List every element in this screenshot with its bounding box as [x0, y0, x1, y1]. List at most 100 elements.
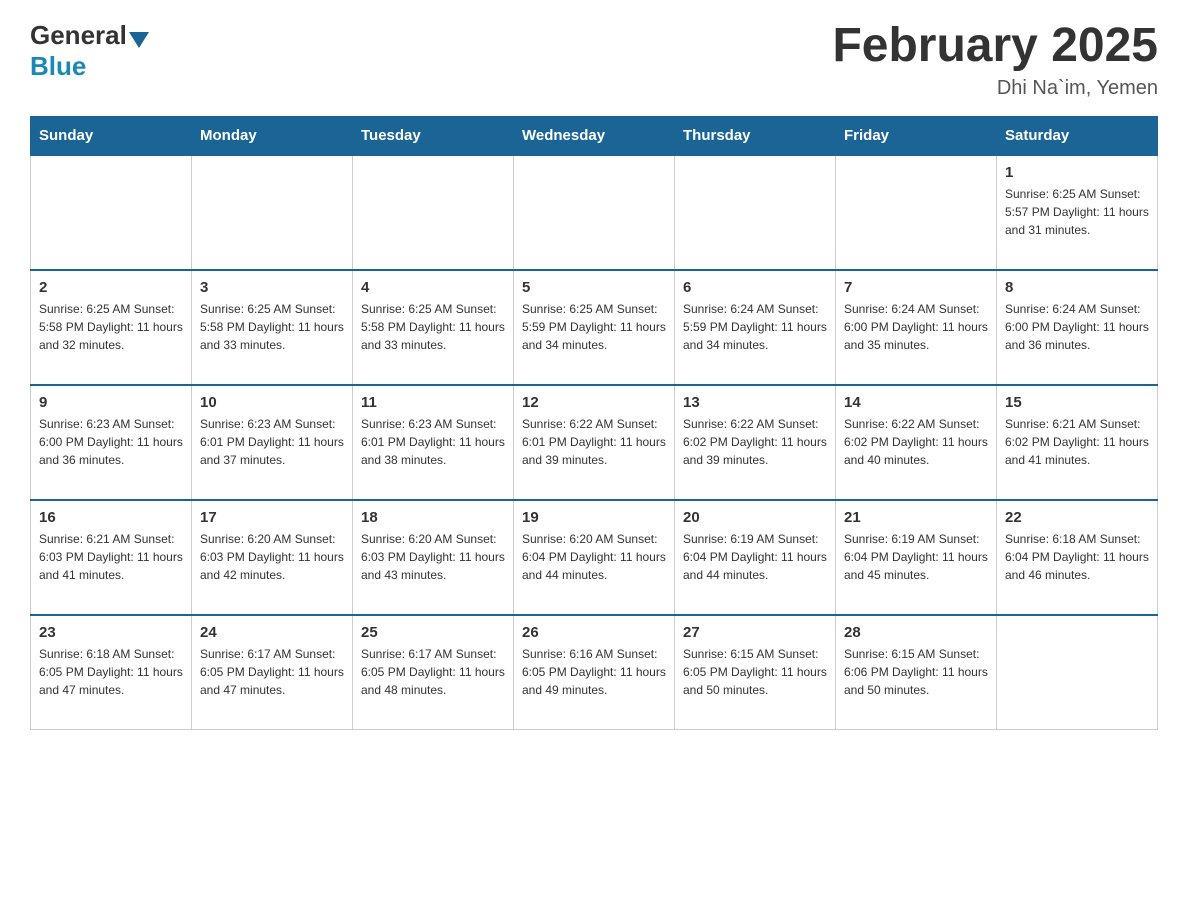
table-row [997, 615, 1158, 730]
day-info: Sunrise: 6:22 AM Sunset: 6:02 PM Dayligh… [844, 415, 988, 469]
table-row: 10Sunrise: 6:23 AM Sunset: 6:01 PM Dayli… [192, 385, 353, 500]
calendar-table: Sunday Monday Tuesday Wednesday Thursday… [30, 116, 1158, 731]
day-info: Sunrise: 6:25 AM Sunset: 5:59 PM Dayligh… [522, 300, 666, 354]
table-row: 11 Sunrise: 6:23 AM Sunset: 6:01 PM Dayli… [353, 385, 514, 500]
table-row: 25 Sunrise: 6:17 AM Sunset: 6:05 PM Dayli… [353, 615, 514, 730]
day-info: Sunrise: 6:24 AM Sunset: 5:59 PM Dayligh… [683, 300, 827, 354]
day-number: 5 [522, 279, 666, 296]
calendar-week-row: 2 Sunrise: 6:25 AM Sunset: 5:58 PM Daylig… [31, 270, 1158, 385]
title-area: February 2025 Dhi Na`im, Yemen [832, 20, 1158, 100]
table-row: 20 Sunrise: 6:19 AM Sunset: 6:04 PM Dayli… [675, 500, 836, 615]
table-row: 4 Sunrise: 6:25 AM Sunset: 5:58 PM Daylig… [353, 270, 514, 385]
month-title: February 2025 [832, 20, 1158, 73]
day-number: 13 [683, 394, 827, 411]
day-info: Sunrise: 6:24 AM Sunset: 6:00 PM Dayligh… [844, 300, 988, 354]
table-row [192, 155, 353, 270]
page-header: General Blue February 2025 Dhi Na`im, Ye… [30, 20, 1158, 100]
day-info: Sunrise: 6:24 AM Sunset: 6:00 PM Dayligh… [1005, 300, 1149, 354]
day-info: Sunrise: 6:16 AM Sunset: 6:05 PM Dayligh… [522, 645, 666, 699]
calendar-header-row: Sunday Monday Tuesday Wednesday Thursday… [31, 116, 1158, 155]
table-row: 27 Sunrise: 6:15 AM Sunset: 6:05 PM Dayli… [675, 615, 836, 730]
table-row: 28Sunrise: 6:15 AM Sunset: 6:06 PM Dayli… [836, 615, 997, 730]
day-info: Sunrise: 6:19 AM Sunset: 6:04 PM Dayligh… [683, 530, 827, 584]
day-info: Sunrise: 6:25 AM Sunset: 5:58 PM Dayligh… [361, 300, 505, 354]
table-row: 7 Sunrise: 6:24 AM Sunset: 6:00 PM Daylig… [836, 270, 997, 385]
col-sunday: Sunday [31, 116, 192, 155]
table-row: 1 Sunrise: 6:25 AM Sunset: 5:57 PM Daylig… [997, 155, 1158, 270]
col-thursday: Thursday [675, 116, 836, 155]
day-number: 14 [844, 394, 988, 411]
day-info: Sunrise: 6:23 AM Sunset: 6:01 PM Dayligh… [361, 415, 505, 469]
day-info: Sunrise: 6:20 AM Sunset: 6:03 PM Dayligh… [361, 530, 505, 584]
day-info: Sunrise: 6:17 AM Sunset: 6:05 PM Dayligh… [361, 645, 505, 699]
day-info: Sunrise: 6:18 AM Sunset: 6:05 PM Dayligh… [39, 645, 183, 699]
table-row: 17 Sunrise: 6:20 AM Sunset: 6:03 PM Dayli… [192, 500, 353, 615]
calendar-week-row: 9 Sunrise: 6:23 AM Sunset: 6:00 PM Daylig… [31, 385, 1158, 500]
table-row: 9 Sunrise: 6:23 AM Sunset: 6:00 PM Daylig… [31, 385, 192, 500]
day-info: Sunrise: 6:25 AM Sunset: 5:58 PM Dayligh… [200, 300, 344, 354]
logo: General Blue [30, 20, 151, 82]
day-number: 17 [200, 509, 344, 526]
table-row: 21Sunrise: 6:19 AM Sunset: 6:04 PM Dayli… [836, 500, 997, 615]
table-row [31, 155, 192, 270]
day-info: Sunrise: 6:15 AM Sunset: 6:05 PM Dayligh… [683, 645, 827, 699]
day-number: 23 [39, 624, 183, 641]
day-number: 19 [522, 509, 666, 526]
col-wednesday: Wednesday [514, 116, 675, 155]
table-row: 13 Sunrise: 6:22 AM Sunset: 6:02 PM Dayli… [675, 385, 836, 500]
day-info: Sunrise: 6:20 AM Sunset: 6:04 PM Dayligh… [522, 530, 666, 584]
day-number: 28 [844, 624, 988, 641]
day-number: 20 [683, 509, 827, 526]
day-number: 27 [683, 624, 827, 641]
logo-triangle-icon [129, 32, 149, 48]
day-info: Sunrise: 6:22 AM Sunset: 6:02 PM Dayligh… [683, 415, 827, 469]
day-number: 25 [361, 624, 505, 641]
col-saturday: Saturday [997, 116, 1158, 155]
day-info: Sunrise: 6:21 AM Sunset: 6:02 PM Dayligh… [1005, 415, 1149, 469]
table-row: 26 Sunrise: 6:16 AM Sunset: 6:05 PM Dayli… [514, 615, 675, 730]
day-info: Sunrise: 6:19 AM Sunset: 6:04 PM Dayligh… [844, 530, 988, 584]
day-number: 18 [361, 509, 505, 526]
day-number: 6 [683, 279, 827, 296]
table-row: 24Sunrise: 6:17 AM Sunset: 6:05 PM Dayli… [192, 615, 353, 730]
day-info: Sunrise: 6:17 AM Sunset: 6:05 PM Dayligh… [200, 645, 344, 699]
calendar-week-row: 1 Sunrise: 6:25 AM Sunset: 5:57 PM Daylig… [31, 155, 1158, 270]
day-number: 7 [844, 279, 988, 296]
col-friday: Friday [836, 116, 997, 155]
logo-blue-text: Blue [30, 51, 86, 82]
table-row: 18 Sunrise: 6:20 AM Sunset: 6:03 PM Dayli… [353, 500, 514, 615]
day-number: 4 [361, 279, 505, 296]
day-info: Sunrise: 6:25 AM Sunset: 5:57 PM Dayligh… [1005, 185, 1149, 239]
day-info: Sunrise: 6:23 AM Sunset: 6:01 PM Dayligh… [200, 415, 344, 469]
day-number: 8 [1005, 279, 1149, 296]
day-number: 9 [39, 394, 183, 411]
logo-general-text: General [30, 20, 127, 51]
table-row: 22 Sunrise: 6:18 AM Sunset: 6:04 PM Dayli… [997, 500, 1158, 615]
day-info: Sunrise: 6:23 AM Sunset: 6:00 PM Dayligh… [39, 415, 183, 469]
day-number: 22 [1005, 509, 1149, 526]
day-number: 16 [39, 509, 183, 526]
day-number: 26 [522, 624, 666, 641]
calendar-week-row: 16 Sunrise: 6:21 AM Sunset: 6:03 PM Dayli… [31, 500, 1158, 615]
day-info: Sunrise: 6:21 AM Sunset: 6:03 PM Dayligh… [39, 530, 183, 584]
table-row [514, 155, 675, 270]
day-info: Sunrise: 6:25 AM Sunset: 5:58 PM Dayligh… [39, 300, 183, 354]
day-info: Sunrise: 6:20 AM Sunset: 6:03 PM Dayligh… [200, 530, 344, 584]
table-row [836, 155, 997, 270]
location: Dhi Na`im, Yemen [832, 77, 1158, 100]
day-number: 1 [1005, 164, 1149, 181]
day-info: Sunrise: 6:18 AM Sunset: 6:04 PM Dayligh… [1005, 530, 1149, 584]
table-row [353, 155, 514, 270]
calendar-week-row: 23 Sunrise: 6:18 AM Sunset: 6:05 PM Dayli… [31, 615, 1158, 730]
table-row: 19 Sunrise: 6:20 AM Sunset: 6:04 PM Dayli… [514, 500, 675, 615]
day-number: 2 [39, 279, 183, 296]
day-number: 3 [200, 279, 344, 296]
table-row: 23 Sunrise: 6:18 AM Sunset: 6:05 PM Dayli… [31, 615, 192, 730]
table-row: 3 Sunrise: 6:25 AM Sunset: 5:58 PM Daylig… [192, 270, 353, 385]
day-number: 11 [361, 394, 505, 411]
table-row: 2 Sunrise: 6:25 AM Sunset: 5:58 PM Daylig… [31, 270, 192, 385]
day-number: 15 [1005, 394, 1149, 411]
day-info: Sunrise: 6:22 AM Sunset: 6:01 PM Dayligh… [522, 415, 666, 469]
table-row: 5 Sunrise: 6:25 AM Sunset: 5:59 PM Daylig… [514, 270, 675, 385]
table-row: 12Sunrise: 6:22 AM Sunset: 6:01 PM Dayli… [514, 385, 675, 500]
